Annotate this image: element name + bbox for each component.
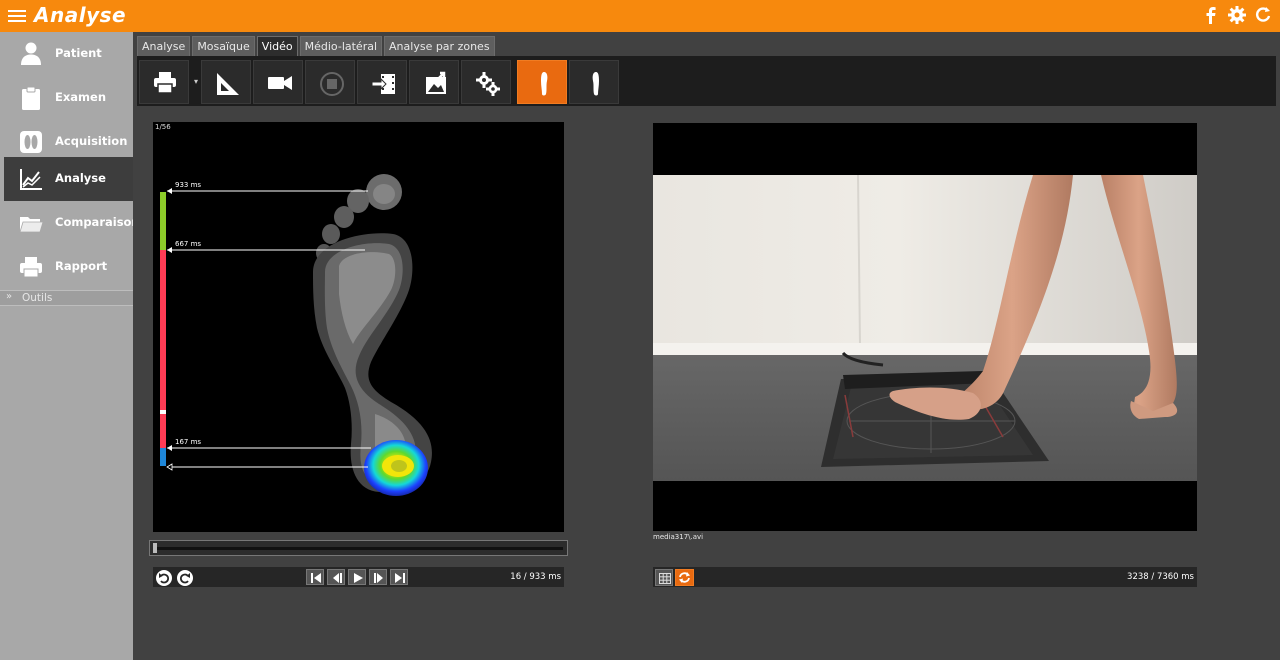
printer-icon (154, 72, 176, 94)
gear-icon[interactable] (1226, 4, 1248, 26)
video-filename: media317\.avi (653, 533, 704, 541)
play-button[interactable] (348, 569, 366, 585)
tab-analyse-par-zones[interactable]: Analyse par zones (384, 36, 495, 56)
feet-icon (20, 131, 42, 153)
stop-button[interactable] (305, 60, 355, 104)
sidebar-item-comparaison[interactable]: Comparaison (0, 201, 140, 245)
prev-frame-button[interactable] (327, 569, 345, 585)
measure-button[interactable] (201, 60, 251, 104)
tab-analyse[interactable]: Analyse (137, 36, 191, 56)
undo-icon (159, 573, 170, 584)
chart-icon (20, 169, 42, 190)
timeline-scrubber[interactable] (149, 540, 568, 556)
tab-bar: Analyse Mosaïque Vidéo Médio-latéral Ana… (137, 36, 495, 56)
export-image-button[interactable] (409, 60, 459, 104)
sidebar-item-rapport[interactable]: Rapport (0, 245, 133, 289)
playback-controls: 16 / 933 ms (153, 567, 564, 587)
sidebar-tools[interactable]: » Outils (0, 290, 133, 306)
marker-933-label: 933 ms (175, 181, 202, 189)
print-button[interactable] (139, 60, 189, 104)
timeline-segment-red-2 (160, 414, 166, 448)
sidebar-tools-label: Outils (22, 292, 53, 304)
grid-button[interactable] (655, 569, 673, 586)
person-icon (21, 42, 41, 65)
tab-video[interactable]: Vidéo (256, 36, 298, 56)
last-frame-button[interactable] (390, 569, 408, 585)
marker-167-label: 167 ms (175, 438, 202, 446)
video-frame (653, 175, 1197, 481)
set-square-icon (217, 73, 239, 95)
timeline-segment-red (160, 250, 166, 410)
pressure-viewer[interactable]: 1/56 933 ms 667 ms 167 ms (153, 122, 564, 532)
heel-pressure-hotspot (364, 440, 428, 496)
sidebar: Patient Examen Acquisition Analyse Compa… (0, 32, 140, 660)
redo-icon (179, 573, 190, 584)
grid-icon (659, 573, 671, 584)
sidebar-item-label: Examen (55, 90, 107, 104)
clipboard-icon (22, 86, 40, 110)
printer-icon (20, 257, 42, 278)
sidebar-item-label: Rapport (55, 259, 108, 273)
toolbar: ▾ (137, 56, 1276, 106)
footprint-pressure-map (160, 174, 432, 496)
settings-icon (476, 72, 500, 96)
folder-icon (19, 217, 44, 233)
export-image-icon (426, 71, 446, 94)
video-camera-button[interactable] (253, 60, 303, 104)
sidebar-item-label: Comparaison (55, 215, 140, 229)
skip-first-icon (311, 573, 321, 583)
import-video-icon (371, 74, 395, 94)
sidebar-item-label: Analyse (55, 171, 106, 185)
foot-left-button[interactable] (569, 60, 619, 104)
timeline-marker-white (160, 410, 166, 414)
right-time-info: 3238 / 7360 ms (1127, 572, 1194, 582)
step-back-icon (333, 573, 342, 583)
scrubber-thumb[interactable] (153, 543, 157, 553)
import-video-button[interactable] (357, 60, 407, 104)
video-controls: 3238 / 7360 ms (653, 567, 1197, 587)
settings-button[interactable] (461, 60, 511, 104)
timeline-segment-green (160, 192, 166, 250)
play-icon (354, 573, 363, 583)
sync-button[interactable] (675, 569, 694, 586)
redo-button[interactable] (177, 570, 193, 586)
video-viewer[interactable] (653, 123, 1197, 531)
next-frame-button[interactable] (369, 569, 387, 585)
scrubber-track[interactable] (156, 547, 563, 550)
foot-left-icon (592, 72, 599, 96)
step-forward-icon (374, 573, 383, 583)
tab-mosaique[interactable]: Mosaïque (192, 36, 255, 56)
sidebar-item-patient[interactable]: Patient (0, 32, 133, 76)
menu-icon[interactable] (8, 7, 26, 25)
sidebar-item-analyse[interactable]: Analyse (4, 157, 133, 201)
foot-right-icon (541, 72, 548, 96)
tab-medio-lateral[interactable]: Médio-latéral (299, 36, 383, 56)
stop-icon (320, 72, 344, 96)
video-camera-icon (268, 76, 292, 90)
refresh-icon[interactable] (1252, 4, 1274, 26)
first-frame-button[interactable] (306, 569, 324, 585)
foot-right-button[interactable] (517, 60, 567, 104)
facebook-icon[interactable] (1200, 4, 1222, 26)
skip-last-icon (395, 573, 405, 583)
sync-icon (679, 572, 690, 583)
sidebar-item-label: Acquisition (55, 134, 128, 148)
sidebar-item-examen[interactable]: Examen (0, 76, 133, 120)
print-dropdown[interactable]: ▾ (191, 60, 201, 104)
undo-button[interactable] (156, 570, 172, 586)
app-title: Analyse (34, 3, 127, 27)
sidebar-item-label: Patient (55, 46, 102, 60)
chevron-double-right-icon: » (6, 291, 13, 302)
timeline-segment-blue (160, 448, 166, 466)
marker-current[interactable] (166, 463, 368, 471)
marker-667-label: 667 ms (175, 240, 202, 248)
left-time-info: 16 / 933 ms (510, 572, 561, 582)
top-bar: Analyse (0, 0, 1280, 32)
